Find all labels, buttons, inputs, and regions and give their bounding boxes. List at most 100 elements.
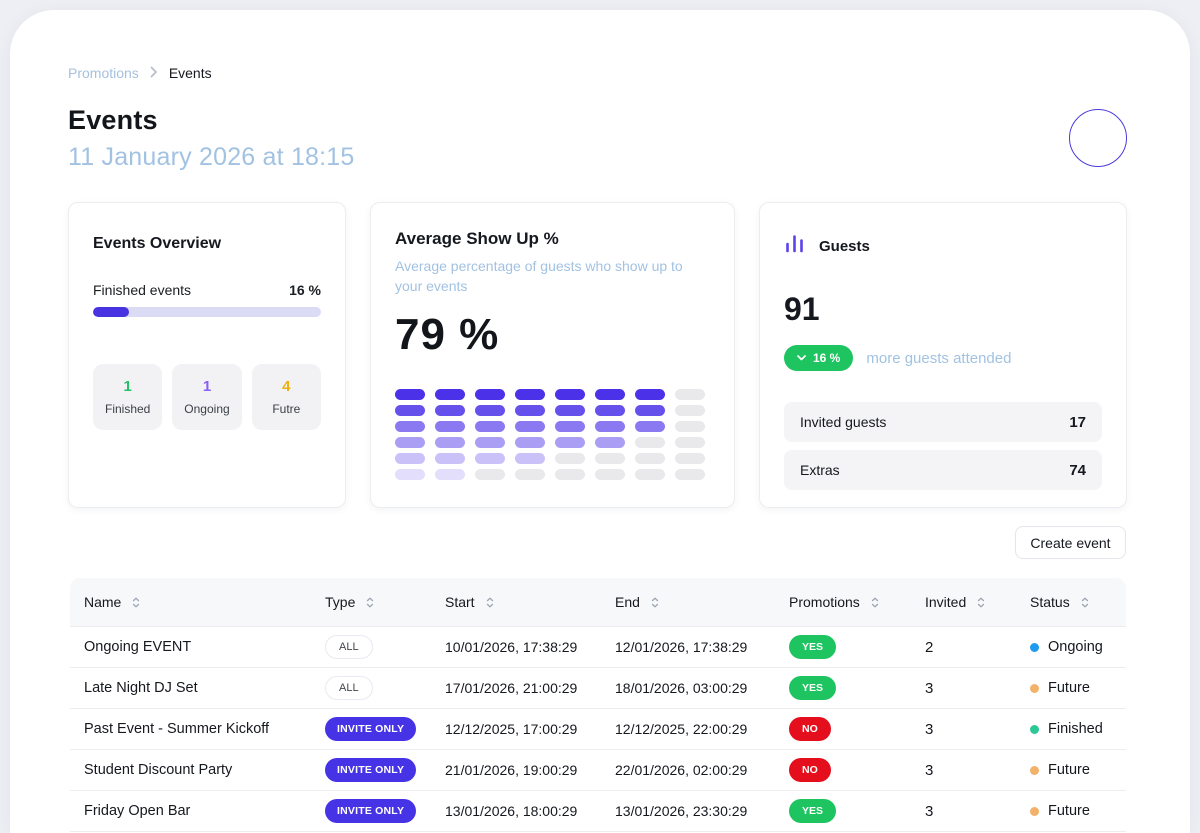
pill-cell (635, 437, 665, 448)
sort-icon (1079, 596, 1091, 609)
guests-card: Guests 91 16 % more guests attended Invi… (759, 202, 1127, 508)
pill-cell (395, 437, 425, 448)
status-label: Ongoing (1048, 639, 1103, 655)
guests-percent-value: 16 % (813, 351, 840, 365)
event-invited: 3 (925, 680, 1030, 697)
pill-cell (395, 453, 425, 464)
overview-progress-fill (93, 307, 129, 317)
event-promotions-cell: NO (789, 717, 925, 741)
pill-cell (675, 437, 705, 448)
event-type-cell: INVITE ONLY (325, 799, 445, 823)
pill-cell (475, 469, 505, 480)
pill-row (395, 437, 710, 448)
create-event-button[interactable]: Create event (1015, 526, 1126, 559)
event-promotions-cell: YES (789, 799, 925, 823)
pill-cell (515, 453, 545, 464)
promotions-badge: NO (789, 758, 831, 782)
event-end: 22/01/2026, 02:00:29 (615, 762, 789, 778)
pill-cell (595, 405, 625, 416)
pill-cell (475, 453, 505, 464)
pill-cell (515, 421, 545, 432)
column-header-promotions[interactable]: Promotions (789, 594, 925, 610)
table-row[interactable]: Student Discount PartyINVITE ONLY21/01/2… (70, 750, 1126, 791)
column-header-invited[interactable]: Invited (925, 594, 1030, 610)
bar-chart-icon (784, 233, 805, 259)
stat-box-ongoing: 1Ongoing (172, 364, 241, 430)
pill-cell (475, 389, 505, 400)
sort-icon (364, 596, 376, 609)
showup-subtitle: Average percentage of guests who show up… (395, 256, 701, 296)
table-row[interactable]: Late Night DJ SetALL17/01/2026, 21:00:29… (70, 668, 1126, 709)
pill-cell (435, 437, 465, 448)
sort-icon (484, 596, 496, 609)
breadcrumb-promotions-link[interactable]: Promotions (68, 65, 139, 81)
sort-icon (649, 596, 661, 609)
page-subtitle: 11 January 2026 at 18:15 (68, 143, 355, 172)
pill-cell (435, 421, 465, 432)
type-badge: INVITE ONLY (325, 799, 416, 823)
column-header-end[interactable]: End (615, 594, 789, 610)
column-header-name[interactable]: Name (70, 594, 325, 610)
pill-row (395, 469, 710, 480)
pill-cell (435, 405, 465, 416)
sort-icon (130, 596, 142, 609)
event-type-cell: ALL (325, 635, 445, 659)
table-row[interactable]: Ongoing EVENTALL10/01/2026, 17:38:2912/0… (70, 627, 1126, 668)
sort-icon (869, 596, 881, 609)
event-invited: 3 (925, 803, 1030, 820)
status-dot-icon (1030, 684, 1039, 693)
event-name: Late Night DJ Set (70, 680, 325, 696)
event-invited: 2 (925, 639, 1030, 656)
stat-box-futre: 4Futre (252, 364, 321, 430)
pill-cell (555, 437, 585, 448)
pill-cell (555, 469, 585, 480)
pill-cell (475, 421, 505, 432)
main-panel: Promotions Events Events 11 January 2026… (10, 10, 1190, 833)
event-name: Friday Open Bar (70, 803, 325, 819)
status-dot-icon (1030, 807, 1039, 816)
pill-cell (555, 389, 585, 400)
event-status-cell: Finished (1030, 721, 1126, 737)
column-header-start[interactable]: Start (445, 594, 615, 610)
info-value: 17 (1069, 414, 1086, 431)
table-body: Ongoing EVENTALL10/01/2026, 17:38:2912/0… (70, 627, 1126, 832)
showup-grid (395, 389, 710, 480)
event-invited: 3 (925, 762, 1030, 779)
finished-events-percent: 16 % (289, 282, 321, 298)
event-start: 12/12/2025, 17:00:29 (445, 721, 615, 737)
event-start: 17/01/2026, 21:00:29 (445, 680, 615, 696)
pill-cell (395, 389, 425, 400)
column-header-status[interactable]: Status (1030, 594, 1126, 610)
pill-cell (515, 469, 545, 480)
event-start: 10/01/2026, 17:38:29 (445, 639, 615, 655)
finished-events-progress-header: Finished events 16 % (93, 282, 321, 298)
event-type-cell: INVITE ONLY (325, 717, 445, 741)
event-invited: 3 (925, 721, 1030, 738)
stat-label: Finished (105, 402, 150, 416)
event-status-cell: Future (1030, 762, 1126, 778)
events-overview-title: Events Overview (93, 235, 321, 253)
event-start: 21/01/2026, 19:00:29 (445, 762, 615, 778)
table-row[interactable]: Past Event - Summer KickoffINVITE ONLY12… (70, 709, 1126, 750)
event-status-cell: Future (1030, 680, 1126, 696)
pill-cell (635, 389, 665, 400)
type-badge: ALL (325, 635, 373, 659)
table-row[interactable]: Friday Open BarINVITE ONLY 13/01/2026, 18… (70, 791, 1126, 832)
pill-cell (595, 469, 625, 480)
pill-cell (475, 437, 505, 448)
status-label: Future (1048, 803, 1090, 819)
guests-percent-badge: 16 % (784, 345, 853, 371)
stat-value: 4 (282, 378, 290, 395)
avatar[interactable] (1069, 109, 1127, 167)
column-header-type[interactable]: Type (325, 594, 445, 610)
guests-badge-row: 16 % more guests attended (784, 345, 1102, 371)
event-end: 18/01/2026, 03:00:29 (615, 680, 789, 696)
event-start: 13/01/2026, 18:00:29 (445, 803, 615, 819)
chevron-right-icon (150, 65, 158, 81)
pill-cell (595, 437, 625, 448)
guests-info-rows: Invited guests17Extras74 (784, 402, 1102, 490)
guests-info-row: Invited guests17 (784, 402, 1102, 442)
pill-cell (515, 437, 545, 448)
pill-cell (675, 389, 705, 400)
pill-cell (555, 453, 585, 464)
